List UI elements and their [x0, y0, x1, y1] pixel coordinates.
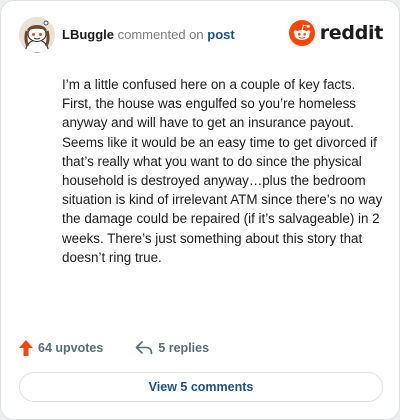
reply-arrow-icon: [136, 341, 153, 355]
comment-card: LBuggle commented on post reddit I’m a l…: [0, 0, 400, 420]
replies-button[interactable]: 5 replies: [135, 340, 209, 356]
comment-meta: LBuggle commented on post: [62, 27, 235, 42]
comment-body: I’m a little confused here on a couple o…: [62, 77, 383, 265]
upvotes-count: 64 upvotes: [38, 341, 104, 355]
reddit-wordmark: reddit: [319, 22, 384, 44]
post-link[interactable]: post: [207, 27, 234, 42]
reddit-brand[interactable]: reddit: [288, 19, 384, 47]
comment-actions: 64 upvotes 5 replies: [19, 337, 209, 359]
reddit-logo-icon: [288, 20, 315, 46]
replies-count: 5 replies: [158, 341, 210, 355]
view-comments-button[interactable]: View 5 comments: [19, 372, 383, 402]
snoo-avatar-icon[interactable]: [19, 17, 55, 53]
comment-header: LBuggle commented on post reddit: [19, 17, 383, 53]
commented-on-text: commented on: [117, 27, 204, 42]
upvote-button[interactable]: 64 upvotes: [19, 340, 103, 356]
upvote-arrow-icon: [19, 340, 33, 356]
username-link[interactable]: LBuggle: [62, 27, 114, 42]
